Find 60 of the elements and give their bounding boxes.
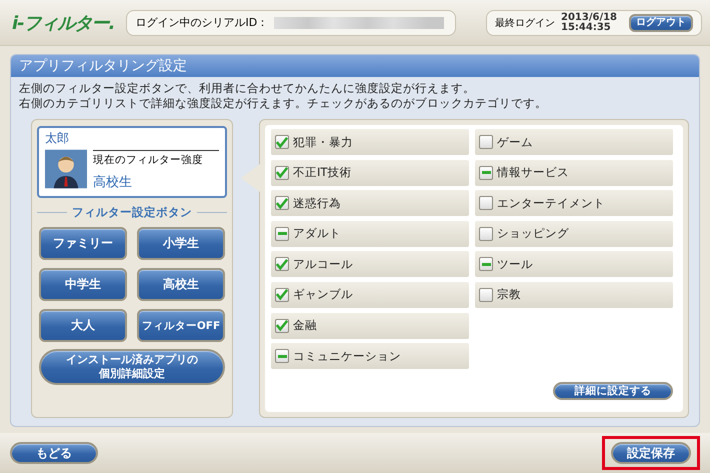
logout-button[interactable]: ログアウト <box>629 14 693 32</box>
filter-button[interactable]: 小学生 <box>137 227 225 260</box>
category-item[interactable]: 犯罪・暴力 <box>271 129 469 155</box>
last-login-date: 2013/6/18 <box>561 12 618 22</box>
last-login-label: 最終ログイン <box>495 16 555 30</box>
category-item[interactable]: ギャンブル <box>271 282 469 308</box>
detail-button[interactable]: 詳細に設定する <box>553 382 673 400</box>
description-text: 右側のカテゴリリストで詳細な強度設定が行えます。チェックがあるのがブロックカテゴリです。 <box>19 96 548 111</box>
category-label: 金融 <box>293 318 317 334</box>
category-item[interactable]: ゲーム <box>475 129 673 155</box>
category-item[interactable]: 迷惑行為 <box>271 190 469 216</box>
last-login-time: 15:44:35 <box>561 22 612 32</box>
category-label: ゲーム <box>497 134 533 150</box>
description-text: 左側のフィルター設定ボタンで、利用者に合わせてかんたんに強度設定が行えます。 <box>19 81 476 96</box>
section-heading: フィルター設定ボタン <box>72 205 192 220</box>
category-label: ツール <box>497 256 533 272</box>
filter-button[interactable]: フィルターOFF <box>137 309 225 342</box>
filter-button[interactable]: 中学生 <box>39 268 127 301</box>
checkbox[interactable] <box>275 226 289 241</box>
category-item[interactable]: ショッピング <box>475 220 673 247</box>
checkbox[interactable] <box>479 257 493 272</box>
category-label: エンターテイメント <box>497 196 605 211</box>
category-item[interactable]: 情報サービス <box>475 160 673 186</box>
serial-label: ログイン中のシリアルID： <box>135 15 268 30</box>
filter-button[interactable]: ファミリー <box>39 227 127 260</box>
checkbox[interactable] <box>275 349 289 364</box>
category-item[interactable]: エンターテイメント <box>475 190 673 216</box>
checkbox[interactable] <box>479 288 493 302</box>
category-label: アダルト <box>293 226 341 242</box>
category-item[interactable]: ツール <box>475 251 673 278</box>
user-name: 太郎 <box>45 130 70 147</box>
checkbox[interactable] <box>479 166 493 180</box>
category-label: 迷惑行為 <box>293 196 341 211</box>
checkbox[interactable] <box>479 135 493 149</box>
back-button[interactable]: もどる <box>10 442 98 464</box>
category-item[interactable]: 金融 <box>271 312 469 339</box>
category-label: コミュニケーション <box>293 348 401 364</box>
category-item[interactable]: アダルト <box>271 220 469 247</box>
category-label: ショッピング <box>497 226 569 242</box>
category-item[interactable]: コミュニケーション <box>271 343 469 370</box>
category-item[interactable]: 宗教 <box>475 282 673 308</box>
filter-button[interactable]: 大人 <box>39 309 127 342</box>
app-settings-button[interactable]: インストール済みアプリの 個別詳細設定 <box>39 349 225 385</box>
save-button[interactable]: 設定保存 <box>611 442 691 464</box>
category-label: 犯罪・暴力 <box>293 134 353 150</box>
checkbox[interactable] <box>479 196 493 210</box>
category-label: 宗教 <box>497 287 521 302</box>
checkbox[interactable] <box>479 226 493 241</box>
category-label: 不正IT技術 <box>293 165 352 180</box>
category-label: ギャンブル <box>293 287 353 302</box>
filter-button[interactable]: 高校生 <box>137 268 225 301</box>
strength-label: 現在のフィルター強度 <box>93 150 219 167</box>
avatar-icon <box>45 147 87 191</box>
category-item[interactable]: 不正IT技術 <box>271 160 469 186</box>
category-label: 情報サービス <box>497 165 569 180</box>
panel-title: アプリフィルタリング設定 <box>11 55 699 77</box>
category-item[interactable]: アルコール <box>271 251 469 278</box>
strength-value: 高校生 <box>93 174 133 191</box>
category-label: アルコール <box>293 256 353 272</box>
logo: i-フィルター. <box>12 12 114 34</box>
